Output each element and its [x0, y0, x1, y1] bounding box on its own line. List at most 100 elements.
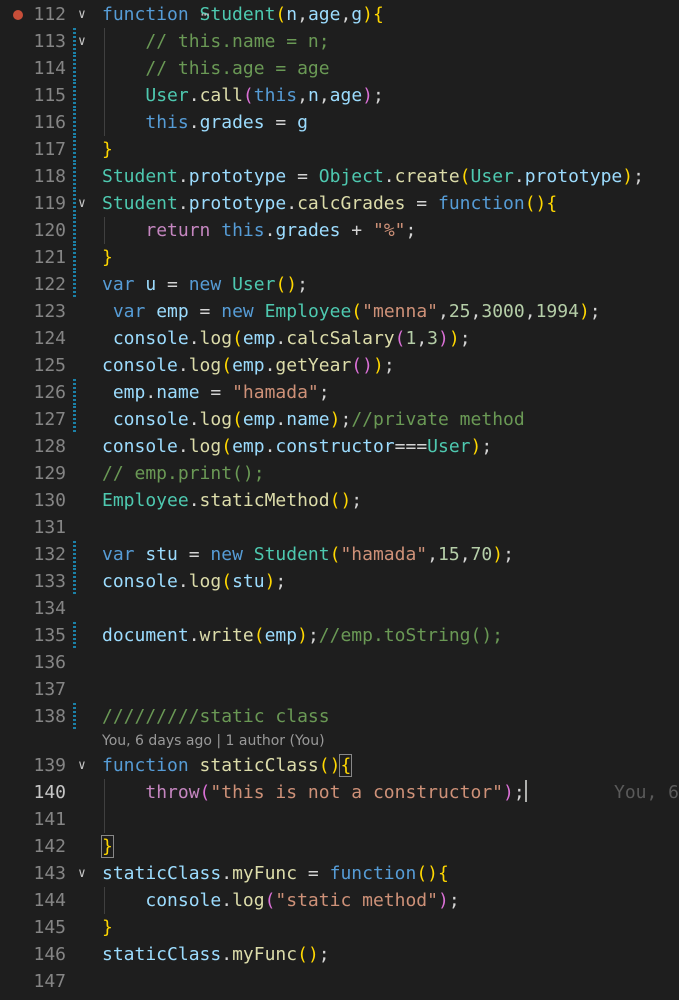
code-editor[interactable]: 112 ∨ function Student(n,age,g){⋯ 113 ∨ // t… [0, 0, 679, 1000]
code-text[interactable]: emp.name = "hamada"; [102, 379, 330, 406]
code-text[interactable]: // this.age = age [102, 55, 329, 82]
git-change-marker[interactable] [73, 703, 76, 730]
code-line[interactable]: 145} [0, 914, 679, 941]
code-token: ) [340, 490, 352, 511]
code-line[interactable]: 147 [0, 968, 679, 995]
fold-chevron-icon[interactable]: ∨ [78, 752, 86, 779]
code-token: ; [340, 409, 352, 430]
code-text[interactable]: console.log(emp.constructor===User); [102, 433, 492, 460]
code-line[interactable]: 138 /////////static class [0, 703, 679, 730]
hint-dots-icon[interactable]: ⋯ [201, 8, 209, 22]
git-change-marker[interactable] [73, 163, 76, 190]
git-change-marker[interactable] [73, 541, 76, 568]
code-line[interactable]: 113 ∨ // this.name = n; [0, 28, 679, 55]
codelens-label[interactable]: You, 6 days ago | 1 author (You) [102, 730, 325, 752]
git-change-marker[interactable] [73, 622, 76, 649]
code-text[interactable]: } [102, 914, 113, 941]
code-text[interactable]: } [102, 136, 113, 163]
fold-chevron-icon[interactable]: ∨ [78, 190, 86, 217]
code-text[interactable]: /////////static class [102, 703, 330, 730]
code-line[interactable]: 125 console.log(emp.getYear()); [0, 352, 679, 379]
code-line[interactable]: 135 document.write(emp);//emp.toString(); [0, 622, 679, 649]
code-text[interactable]: Employee.staticMethod(); [102, 487, 362, 514]
code-token: } [102, 917, 113, 938]
code-line[interactable]: 112 ∨ function Student(n,age,g){⋯ [0, 1, 679, 28]
code-line[interactable]: 136 [0, 649, 679, 676]
code-line[interactable]: 130 Employee.staticMethod(); [0, 487, 679, 514]
code-line[interactable]: 115 User.call(this,n,age); [0, 82, 679, 109]
git-change-marker[interactable] [73, 217, 76, 244]
codelens-blame[interactable]: You, 6 days ago | 1 author (You) [0, 730, 679, 752]
code-text[interactable]: return this.grades + "%"; [102, 217, 416, 244]
code-line[interactable]: 123 var emp = new Employee("menna",25,30… [0, 298, 679, 325]
code-line[interactable]: 121} [0, 244, 679, 271]
code-text[interactable]: } [101, 833, 114, 860]
code-text[interactable]: console.log(emp.getYear()); [102, 352, 395, 379]
code-text[interactable]: } [102, 244, 113, 271]
code-text[interactable]: throw("this is not a constructor"); [102, 779, 527, 806]
code-line[interactable]: 140 throw("this is not a constructor"); Y… [0, 779, 679, 806]
code-text[interactable]: console.log("static method"); [102, 887, 459, 914]
git-change-marker[interactable] [73, 271, 76, 298]
code-line[interactable]: 118 Student.prototype = Object.create(Use… [0, 163, 679, 190]
fold-chevron-icon[interactable]: ∨ [78, 860, 86, 887]
code-line[interactable]: 120 return this.grades + "%"; [0, 217, 679, 244]
fold-chevron-icon[interactable]: ∨ [78, 1, 86, 28]
code-text[interactable]: function staticClass(){ [102, 752, 353, 779]
code-text[interactable]: this.grades = g [102, 109, 308, 136]
code-text[interactable]: User.call(this,n,age); [102, 82, 384, 109]
code-line[interactable]: 142} [0, 833, 679, 860]
code-text[interactable]: Student.prototype = Object.create(User.p… [102, 163, 644, 190]
code-line[interactable]: 146 staticClass.myFunc(); [0, 941, 679, 968]
git-change-marker[interactable] [73, 190, 76, 217]
git-change-marker[interactable] [73, 109, 76, 136]
fold-chevron-icon[interactable]: ∨ [78, 28, 86, 55]
code-line[interactable]: 139 ∨ function staticClass(){ [0, 752, 679, 779]
code-text[interactable]: console.log(stu); [102, 568, 286, 595]
code-line[interactable]: 141 [0, 806, 679, 833]
code-text[interactable]: // emp.print(); [102, 460, 265, 487]
code-text[interactable]: function Student(n,age,g){ [102, 1, 384, 28]
git-change-marker[interactable] [73, 379, 76, 406]
code-text[interactable]: console.log(emp.calcSalary(1,3)); [102, 325, 471, 352]
code-token: ) [470, 436, 482, 457]
code-text[interactable]: Student.prototype.calcGrades = function(… [102, 190, 557, 217]
git-change-marker[interactable] [73, 55, 76, 82]
code-text[interactable]: staticClass.myFunc = function(){ [102, 860, 449, 887]
code-text[interactable]: console.log(emp.name);//private method [102, 406, 525, 433]
code-text[interactable]: var emp = new Employee("menna",25,3000,1… [102, 298, 601, 325]
code-line[interactable]: 124 console.log(emp.calcSalary(1,3)); [0, 325, 679, 352]
code-line[interactable]: 119 ∨ Student.prototype.calcGrades = funct… [0, 190, 679, 217]
git-change-marker[interactable] [73, 136, 76, 163]
code-line[interactable]: 137 [0, 676, 679, 703]
git-change-marker[interactable] [73, 406, 76, 433]
code-text[interactable]: // this.name = n; [102, 28, 329, 55]
code-line[interactable]: 129 // emp.print(); [0, 460, 679, 487]
git-change-marker[interactable] [73, 82, 76, 109]
code-line[interactable]: 133 console.log(stu); [0, 568, 679, 595]
code-line[interactable]: 143 ∨ staticClass.myFunc = function(){ [0, 860, 679, 887]
code-line[interactable]: 132 var stu = new Student("hamada",15,70)… [0, 541, 679, 568]
code-line[interactable]: 144 console.log("static method"); [0, 887, 679, 914]
code-text[interactable]: var stu = new Student("hamada",15,70); [102, 541, 514, 568]
code-line[interactable]: 128 console.log(emp.constructor===User); [0, 433, 679, 460]
code-line[interactable]: 114 // this.age = age [0, 55, 679, 82]
git-change-marker[interactable] [73, 568, 76, 595]
git-change-marker[interactable] [73, 28, 76, 55]
code-text[interactable]: staticClass.myFunc(); [102, 941, 330, 968]
code-text[interactable]: document.write(emp);//emp.toString(); [102, 622, 503, 649]
code-line[interactable]: 131 [0, 514, 679, 541]
code-token: call [199, 85, 243, 106]
code-line[interactable]: 122 var u = new User(); [0, 271, 679, 298]
code-line[interactable]: 134 [0, 595, 679, 622]
code-text[interactable]: var u = new User(); [102, 271, 308, 298]
code-line[interactable]: 127 console.log(emp.name);//private meth… [0, 406, 679, 433]
code-line[interactable]: 117} [0, 136, 679, 163]
git-change-marker[interactable] [73, 244, 76, 271]
code-line[interactable]: 116 this.grades = g [0, 109, 679, 136]
code-token: . [188, 328, 200, 349]
line-number: 130 [33, 490, 66, 511]
code-token: ) [448, 328, 460, 349]
code-line[interactable]: 126 emp.name = "hamada"; [0, 379, 679, 406]
